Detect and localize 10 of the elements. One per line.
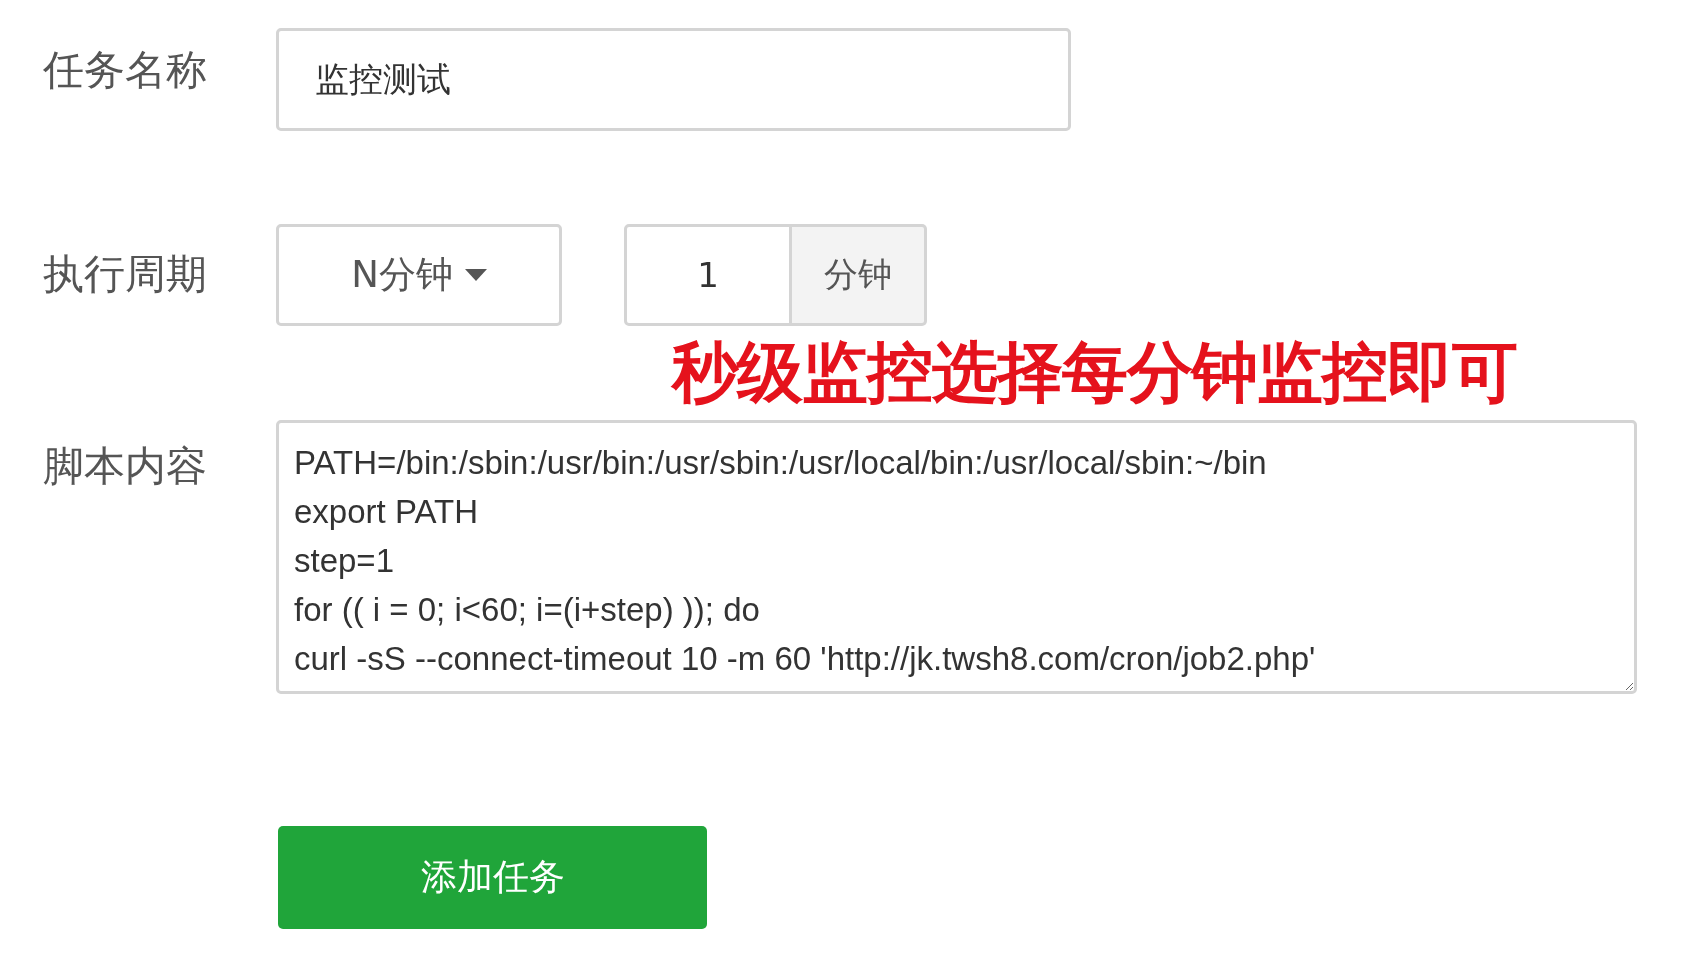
period-dropdown[interactable]: N分钟 bbox=[276, 224, 562, 326]
field-label: 执行周期 bbox=[43, 254, 208, 295]
field-label: 任务名称 bbox=[43, 50, 208, 91]
unit-label: 分钟 bbox=[792, 224, 927, 326]
script-field[interactable]: PATH=/bin:/sbin:/usr/bin:/usr/sbin:/usr/local/bin:/usr/local/sbin:~/bin export PATH step=1 for (( i = 0; i<60; i=(i+step) )); do curl -sS --connect-timeout 10 -m 60 'http://jk.twsh8.com/cron/job2.php' bbox=[276, 420, 1637, 694]
minutes-field[interactable]: 1 bbox=[624, 224, 792, 326]
caret-icon bbox=[464, 269, 487, 281]
annotation-text: 秒级监控选择每分钟监控即可 bbox=[672, 333, 1517, 413]
task-name-field[interactable]: 监控测试 bbox=[276, 28, 1071, 131]
field-label: 脚本内容 bbox=[43, 446, 208, 487]
